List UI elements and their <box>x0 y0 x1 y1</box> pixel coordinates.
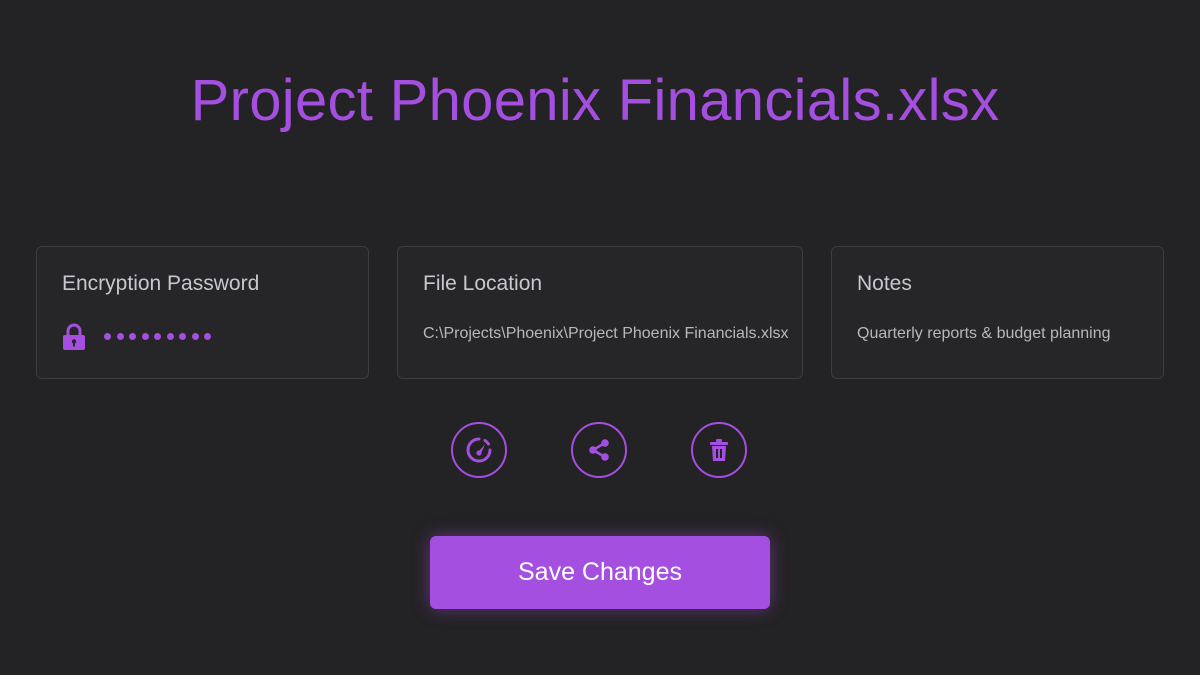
speed-gauge-icon <box>466 437 492 463</box>
password-dot <box>104 333 111 340</box>
password-dot <box>141 333 149 340</box>
password-dot <box>166 333 174 340</box>
password-dot <box>179 333 186 340</box>
lock-icon <box>63 323 85 350</box>
save-changes-button[interactable]: Save Changes <box>430 536 770 609</box>
share-button[interactable] <box>571 422 627 478</box>
password-dot <box>154 333 161 340</box>
password-masked-value[interactable] <box>104 333 211 340</box>
encryption-password-label: Encryption Password <box>62 272 260 295</box>
notes-card[interactable]: Notes Quarterly reports & budget plannin… <box>831 246 1164 379</box>
file-location-value: C:\Projects\Phoenix\Project Phoenix Fina… <box>423 325 789 342</box>
share-icon <box>589 439 609 461</box>
notes-label: Notes <box>857 272 912 295</box>
trash-icon <box>710 439 728 461</box>
password-dot <box>204 333 211 340</box>
delete-button[interactable] <box>691 422 747 478</box>
password-dot <box>116 333 124 340</box>
password-dot <box>129 333 136 340</box>
file-properties-page: Project Phoenix Financials.xlsx Encrypti… <box>0 0 1200 675</box>
file-location-label: File Location <box>423 272 543 295</box>
password-dot <box>191 333 199 340</box>
file-title: Project Phoenix Financials.xlsx <box>190 68 1000 133</box>
file-location-card[interactable]: File Location C:\Projects\Phoenix\Projec… <box>397 246 803 379</box>
notes-value: Quarterly reports & budget planning <box>857 325 1111 342</box>
speed-button[interactable] <box>451 422 507 478</box>
encryption-password-card[interactable]: Encryption Password <box>36 246 369 379</box>
